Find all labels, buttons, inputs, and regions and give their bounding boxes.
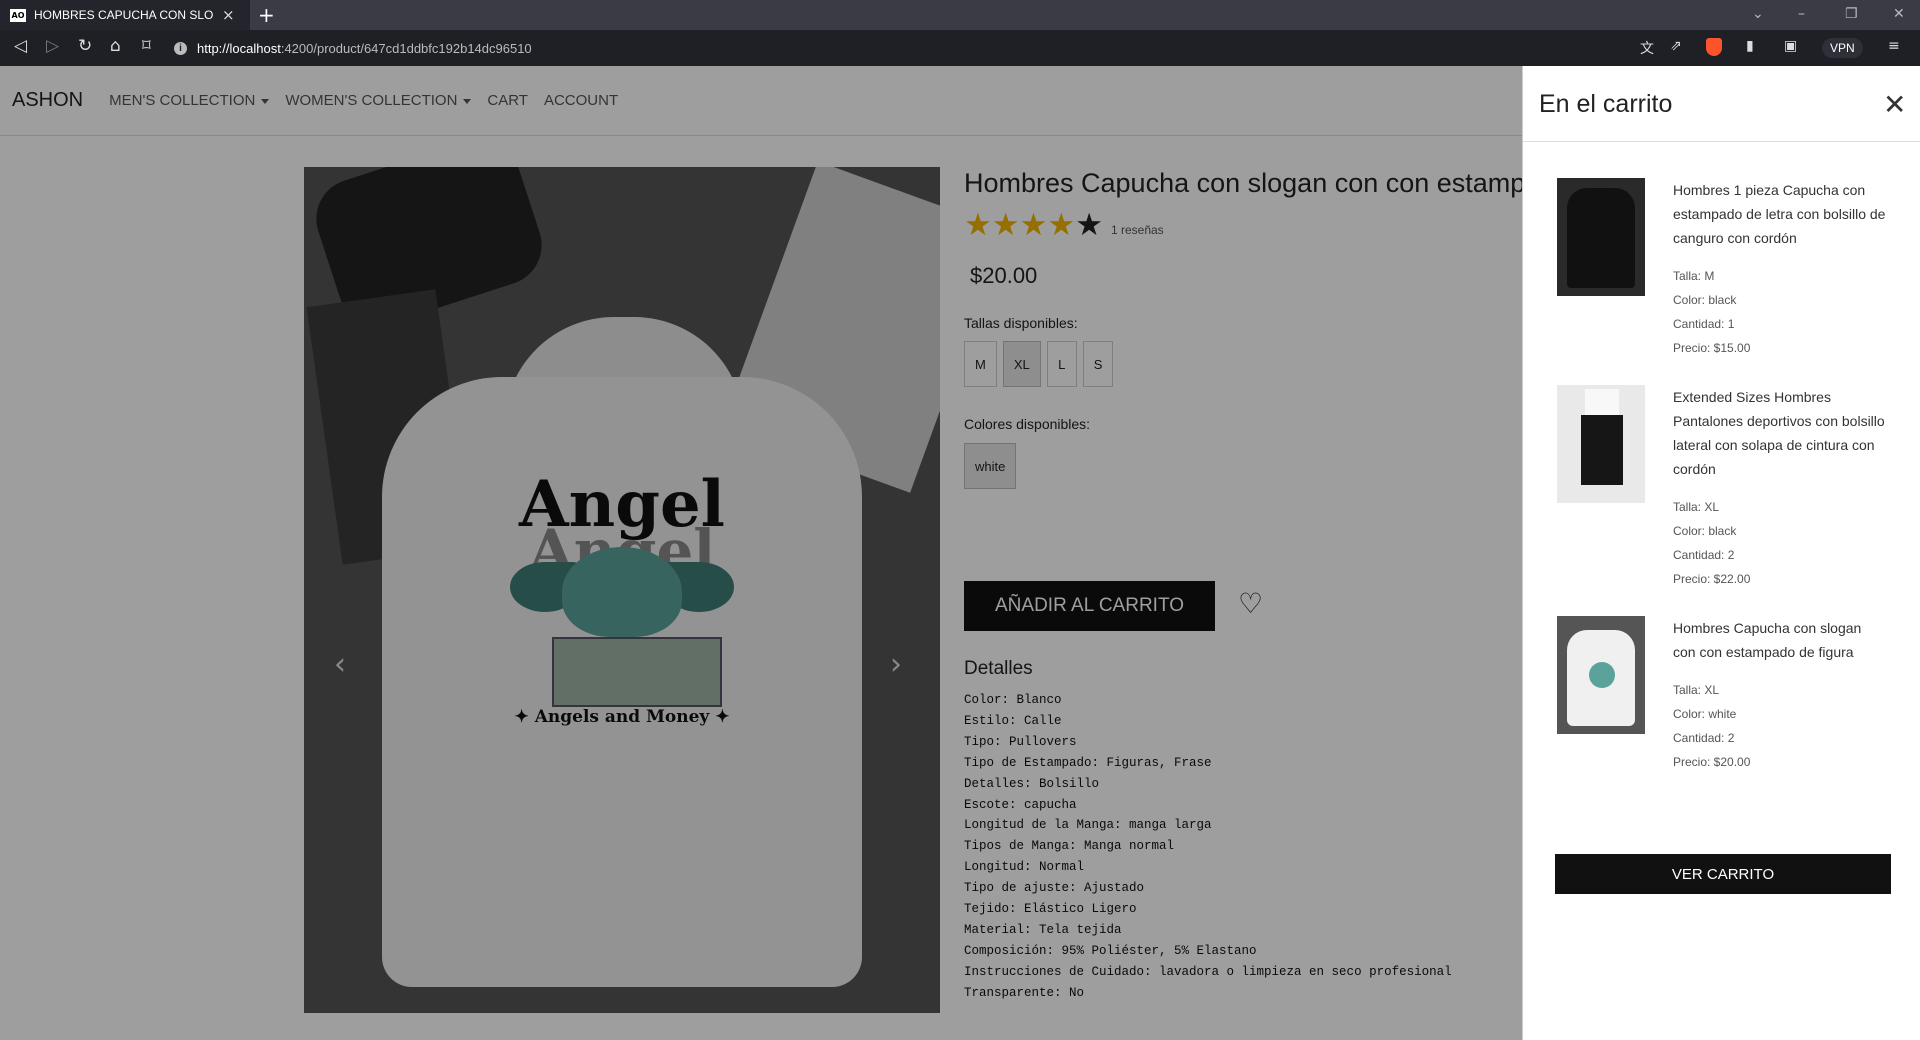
cart-item-color: Color: black [1673,293,1737,307]
cart-item-qty: Cantidad: 2 [1673,731,1735,745]
pants-shape [1581,415,1623,485]
cart-item-color: Color: black [1673,524,1737,538]
site-info-icon[interactable]: i [174,41,187,55]
home-icon[interactable]: ⌂ [110,36,121,56]
translate-icon[interactable]: 文 [1640,38,1654,58]
tab-bar: AO HOMBRES CAPUCHA CON SLOG × + ⌄ – ❐ ✕ [0,0,1920,30]
cart-item-price: Precio: $20.00 [1673,755,1751,769]
tab-title: HOMBRES CAPUCHA CON SLOG [34,8,214,22]
close-icon[interactable]: ✕ [1883,88,1906,121]
reload-icon[interactable]: ↻ [78,36,92,56]
share-icon[interactable]: ⇗ [1670,38,1682,54]
wallet-icon[interactable]: ▣ [1784,38,1797,54]
sidebar-icon[interactable]: ▮ [1746,38,1754,54]
cart-item-color: Color: white [1673,707,1737,721]
tab-list-chevron-icon[interactable]: ⌄ [1752,6,1764,22]
print-shape [1589,662,1615,688]
cart-item-image[interactable] [1557,385,1645,503]
cart-item-qty: Cantidad: 1 [1673,317,1735,331]
view-cart-button[interactable]: VER CARRITO [1555,854,1891,894]
url-text: http://localhost:4200/product/647cd1ddbf… [197,41,532,56]
drawer-header: En el carrito ✕ [1523,66,1920,142]
cart-item-price: Precio: $15.00 [1673,341,1751,355]
cart-item-name[interactable]: Extended Sizes Hombres Pantalones deport… [1673,385,1887,481]
cart-item-meta: Talla: XL Color: black Cantidad: 2 Preci… [1673,495,1887,591]
drawer-backdrop[interactable] [0,66,1522,1040]
url-host: http://localhost [197,40,281,56]
cart-item-size: Talla: XL [1673,500,1720,514]
minimize-icon[interactable]: – [1798,6,1805,22]
cart-item-meta: Talla: M Color: black Cantidad: 1 Precio… [1673,264,1887,360]
cart-item-name[interactable]: Hombres Capucha con slogan con con estam… [1673,616,1887,664]
cart-drawer: En el carrito ✕ Hombres 1 pieza Capucha … [1522,66,1920,1040]
browser-tab[interactable]: AO HOMBRES CAPUCHA CON SLOG × [0,0,250,30]
hoodie-shape [1567,188,1635,288]
cart-item-price: Precio: $22.00 [1673,572,1751,586]
tab-close-icon[interactable]: × [222,6,235,24]
restore-icon[interactable]: ❐ [1845,6,1858,22]
brave-shield-icon[interactable] [1706,38,1722,56]
cart-item-qty: Cantidad: 2 [1673,548,1735,562]
window-close-icon[interactable]: ✕ [1893,6,1905,22]
cart-item-image[interactable] [1557,616,1645,734]
vpn-button[interactable]: VPN [1822,38,1863,58]
forward-icon[interactable]: ▷ [46,36,59,56]
cart-item-meta: Talla: XL Color: white Cantidad: 2 Preci… [1673,678,1887,774]
back-icon[interactable]: ◁ [14,36,27,56]
cart-item-image[interactable] [1557,178,1645,296]
address-toolbar: ◁ ▷ ↻ ⌂ ⌑ i http://localhost:4200/produc… [0,30,1920,66]
url-field[interactable]: i http://localhost:4200/product/647cd1dd… [174,35,1614,61]
menu-icon[interactable]: ≡ [1888,38,1900,54]
page: ASHON MEN'S COLLECTION WOMEN'S COLLECTIO… [0,66,1920,1040]
bookmark-icon[interactable]: ⌑ [142,36,151,56]
new-tab-icon[interactable]: + [258,3,275,27]
cart-item-size: Talla: M [1673,269,1715,283]
url-path: :4200/product/647cd1ddbfc192b14dc96510 [280,40,532,56]
favicon-icon: AO [10,8,26,22]
cart-item-name[interactable]: Hombres 1 pieza Capucha con estampado de… [1673,178,1887,250]
cart-item-size: Talla: XL [1673,683,1720,697]
drawer-title: En el carrito [1539,90,1673,118]
